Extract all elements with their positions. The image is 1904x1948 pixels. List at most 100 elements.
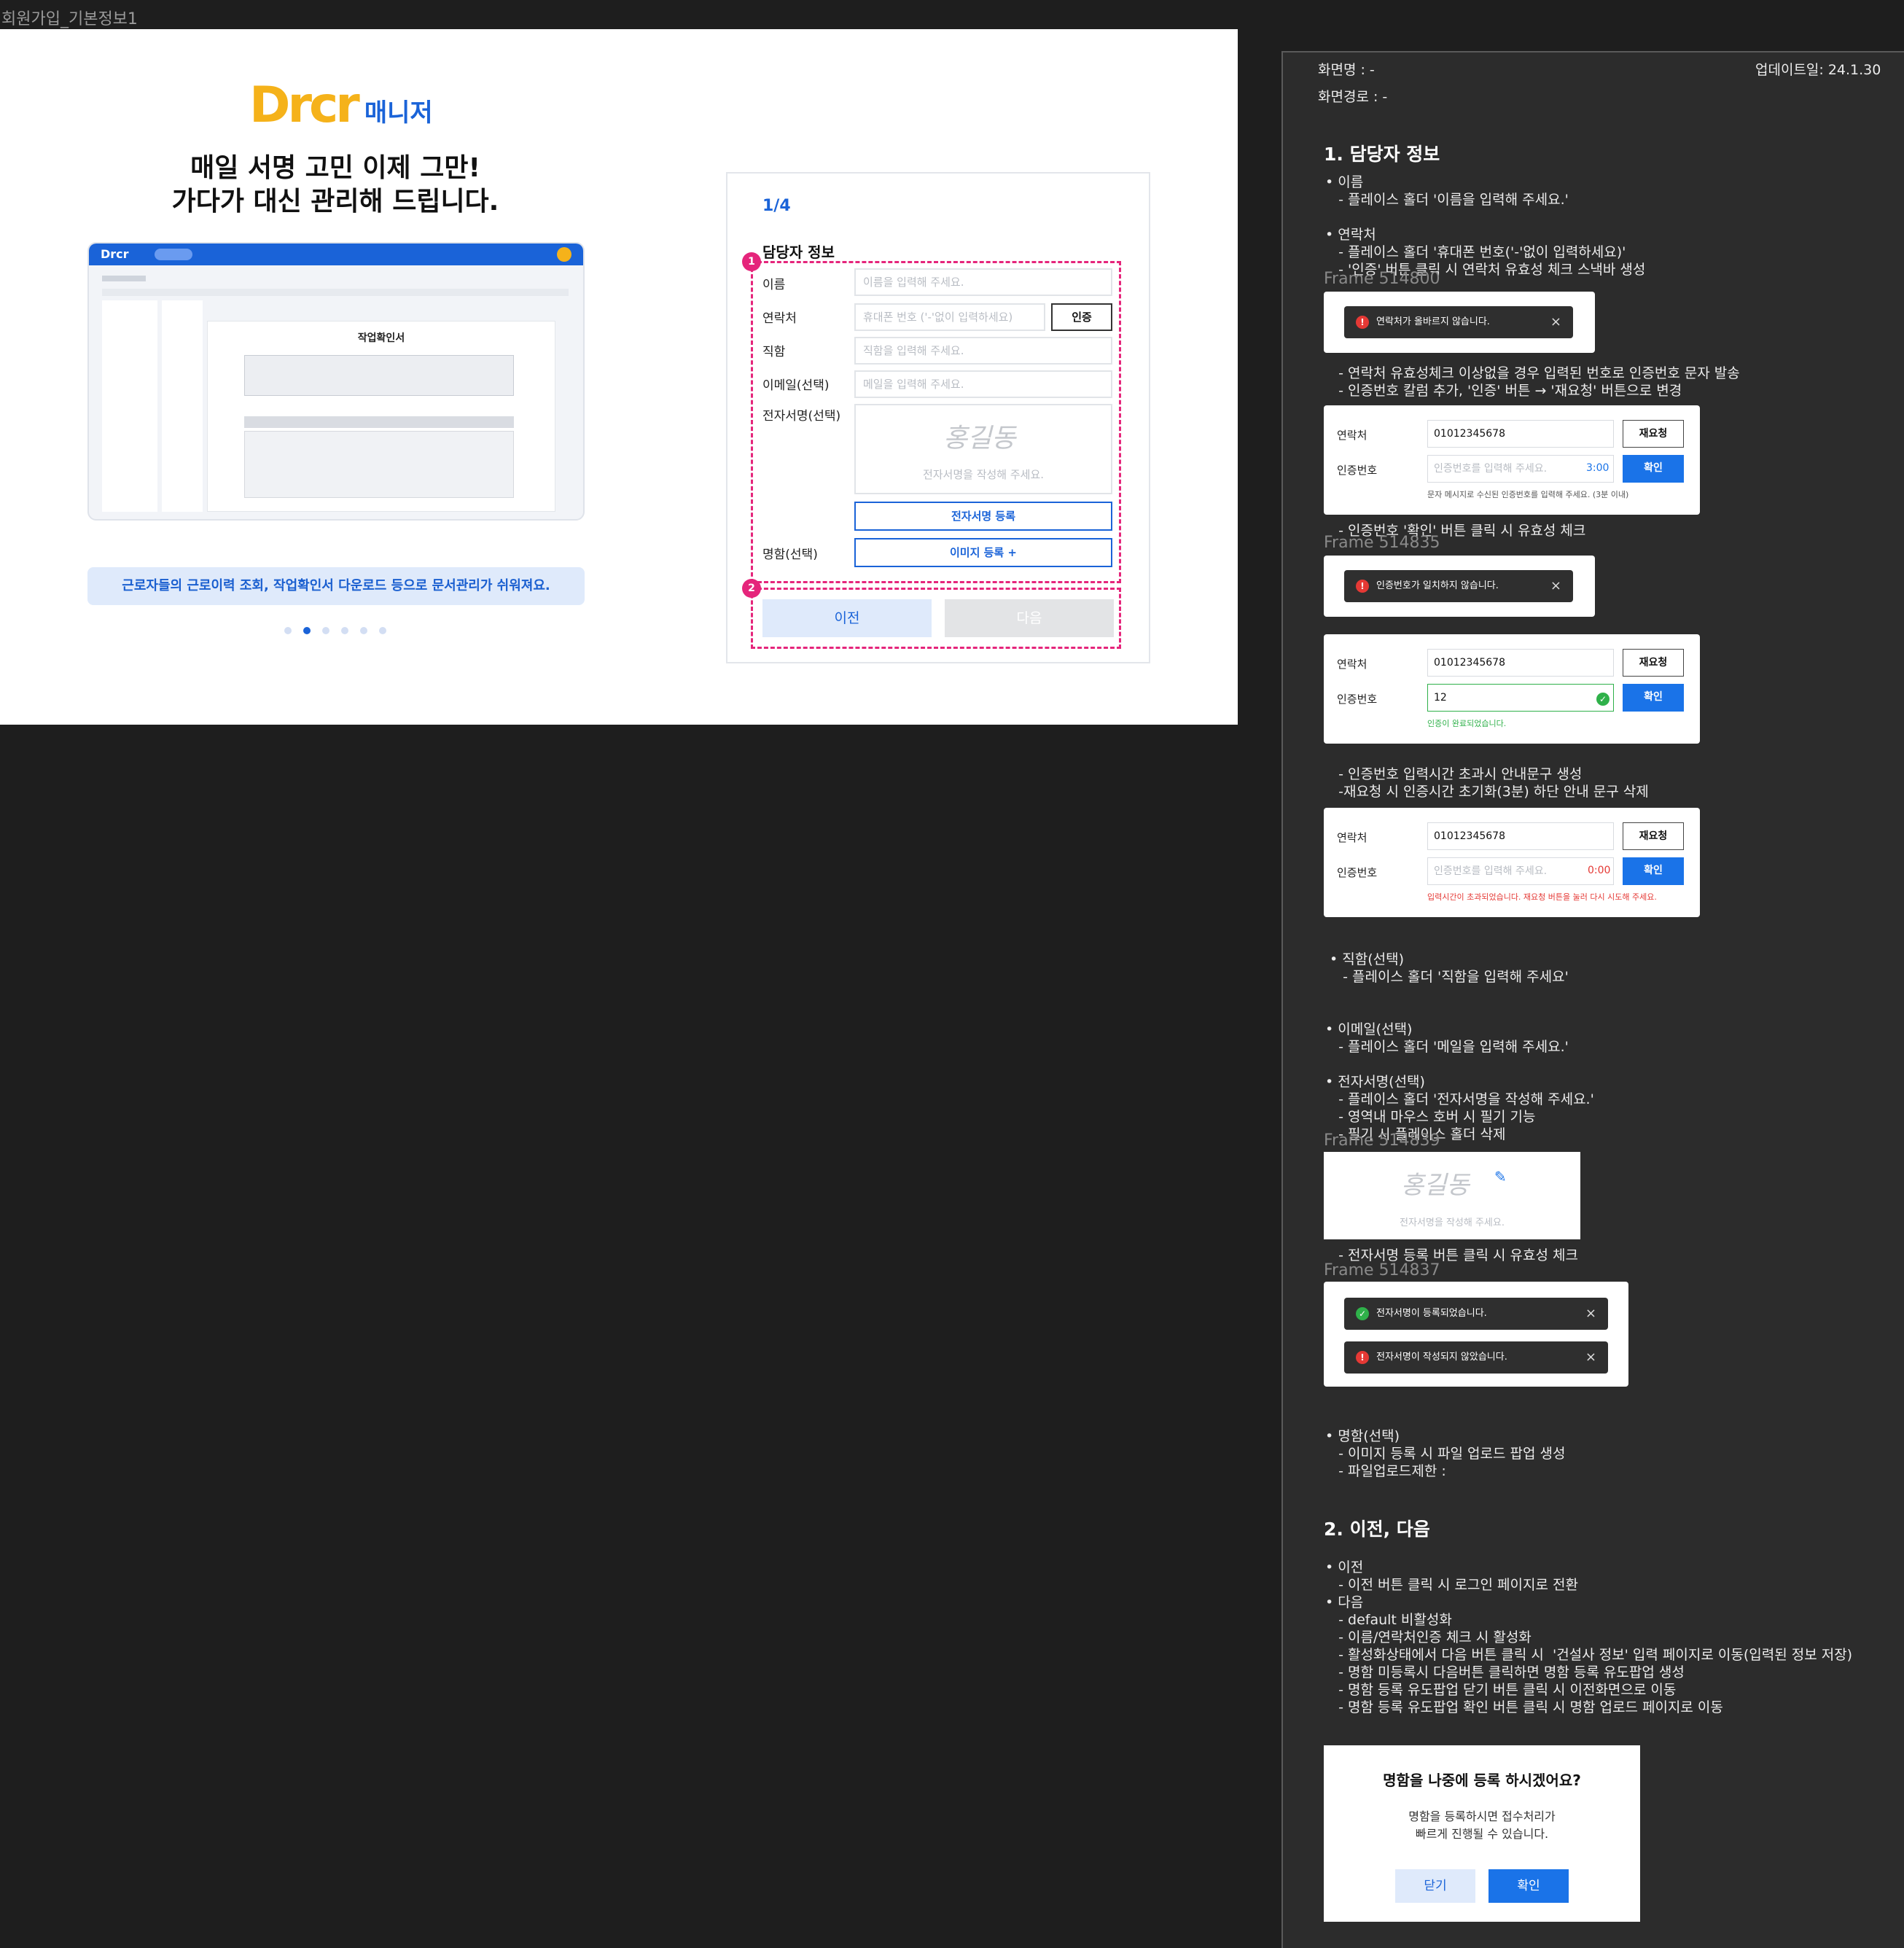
position-input[interactable]: 직함을 입력해 주세요. — [854, 337, 1112, 365]
verify-button[interactable]: 인증 — [1051, 303, 1112, 331]
snackbar-text: 전자서명이 등록되었습니다. — [1376, 1308, 1487, 1319]
preview-info-table — [244, 355, 514, 396]
next-button[interactable]: 다음 — [945, 599, 1114, 637]
signature-register-button[interactable]: 전자서명 등록 — [854, 502, 1112, 531]
preview-date-list — [162, 300, 203, 512]
logo-subtitle: 매니저 — [364, 98, 433, 128]
carousel-dots — [284, 627, 386, 634]
error-icon: ! — [1356, 1351, 1369, 1364]
snackbar-phone-frame: ! 연락처가 올바르지 않습니다. × — [1324, 292, 1595, 353]
mock-code-label: 인증번호 — [1337, 464, 1378, 477]
error-icon: ! — [1356, 316, 1369, 329]
frame-label-839: Frame 514839 — [1324, 1131, 1440, 1150]
preview-table-header — [244, 416, 514, 428]
name-input[interactable]: 이름을 입력해 주세요. — [854, 268, 1112, 296]
pencil-icon: ✎ — [1494, 1168, 1507, 1185]
close-icon[interactable]: × — [1585, 1341, 1596, 1374]
mock-confirm-button[interactable]: 확인 — [1623, 455, 1684, 483]
mock-resend-button[interactable]: 재요청 — [1623, 649, 1684, 677]
feature-banner: 근로자들의 근로이력 조회, 작업확인서 다운로드 등으로 문서관리가 쉬워져요… — [87, 567, 585, 605]
carousel-dot[interactable] — [360, 627, 367, 634]
signature-sample: 홍길동 — [1401, 1171, 1470, 1200]
annotation-badge-1: 1 — [742, 252, 761, 271]
mock-resend-button[interactable]: 재요청 — [1623, 822, 1684, 850]
check-icon: ✓ — [1596, 693, 1610, 706]
mock-phone-input[interactable]: 01012345678 — [1427, 420, 1614, 448]
carousel-dot[interactable] — [322, 627, 329, 634]
spec-business-card: • 명함(선택) - 이미지 등록 시 파일 업로드 팝업 생성 - 파일업로드… — [1325, 1428, 1566, 1479]
mock-resend-button[interactable]: 재요청 — [1623, 420, 1684, 448]
screen-name: 화면명 : - — [1318, 62, 1375, 78]
signature-hover-frame: 홍길동 ✎ 전자서명을 작성해 주세요. — [1324, 1152, 1580, 1239]
carousel-dot[interactable] — [284, 627, 292, 634]
close-icon[interactable]: × — [1585, 1298, 1596, 1330]
mock-code-input[interactable]: 인증번호를 입력해 주세요. — [1427, 857, 1614, 885]
step-indicator: 1/4 — [762, 197, 791, 215]
prev-button[interactable]: 이전 — [762, 599, 932, 637]
frame-label-837: Frame 514837 — [1324, 1261, 1440, 1279]
mock-confirm-button[interactable]: 확인 — [1623, 684, 1684, 712]
signature-placeholder: 전자서명을 작성해 주세요. — [922, 468, 1045, 481]
verify-timeout-mock-frame: 연락처 01012345678 재요청 인증번호 인증번호를 입력해 주세요. … — [1324, 808, 1700, 917]
carousel-dot[interactable] — [303, 627, 311, 634]
phone-input[interactable]: 휴대폰 번호 ('-'없이 입력하세요) — [854, 303, 1045, 331]
preview-table-body — [244, 431, 514, 498]
section-title: 담당자 정보 — [762, 244, 835, 261]
business-card-modal: 명함을 나중에 등록 하시겠어요? 명함을 등록하시면 접수처리가 빠르게 진행… — [1324, 1745, 1640, 1922]
preview-document-title: 작업확인서 — [357, 332, 405, 344]
preview-filter-bar — [102, 289, 569, 296]
signature-sample: 홍길동 — [943, 424, 1016, 453]
snackbar-signature-frame: ✓ 전자서명이 등록되었습니다. × ! 전자서명이 작성되지 않았습니다. × — [1324, 1282, 1628, 1387]
business-card-label: 명함(선택) — [762, 548, 818, 562]
logo-mark: Drcr — [249, 77, 360, 134]
modal-close-button[interactable]: 닫기 — [1395, 1869, 1475, 1903]
close-icon[interactable]: × — [1550, 570, 1561, 602]
mock-phone-input[interactable]: 01012345678 — [1427, 649, 1614, 677]
signature-pad[interactable]: 홍길동 전자서명을 작성해 주세요. — [854, 404, 1112, 494]
mock-hint: 문자 메시지로 수신된 인증번호를 입력해 주세요. (3분 이내) — [1427, 490, 1629, 499]
mock-phone-input[interactable]: 01012345678 — [1427, 822, 1614, 850]
phone-label: 연락처 — [762, 311, 797, 326]
frame-title: 회원가입_기본정보1 — [1, 10, 138, 28]
preview-avatar — [557, 247, 571, 262]
modal-title: 명함을 나중에 등록 하시겠어요? — [1383, 1772, 1581, 1789]
mock-timeout-text: 입력시간이 초과되었습니다. 재요청 버튼을 눌러 다시 시도해 주세요. — [1427, 892, 1657, 902]
close-icon[interactable]: × — [1550, 306, 1561, 338]
frame-label-835: Frame 514835 — [1324, 534, 1440, 552]
mock-code-label: 인증번호 — [1337, 693, 1378, 706]
spec-email: • 이메일(선택) - 플레이스 홀더 '메일을 입력해 주세요.' — [1325, 1021, 1569, 1055]
preview-sidebar — [102, 300, 157, 512]
modal-body-2: 빠르게 진행될 수 있습니다. — [1415, 1827, 1549, 1841]
mock-timer-zero: 0:00 — [1588, 865, 1611, 876]
spec-position: • 직함(선택) - 플레이스 홀더 '직함을 입력해 주세요' — [1330, 951, 1569, 985]
headline-line-2: 가다가 대신 관리해 드립니다. — [171, 187, 499, 217]
screen-path: 화면경로 : - — [1318, 89, 1388, 105]
spec-phone-2: - 연락처 유효성체크 이상없을 경우 입력된 번호로 인증번호 문자 발송 -… — [1338, 365, 1740, 399]
mock-code-label: 인증번호 — [1337, 866, 1378, 879]
signature-label: 전자서명(선택) — [762, 409, 841, 424]
verify-done-mock-frame: 연락처 01012345678 재요청 인증번호 12 ✓ 확인 인증이 완료되… — [1324, 634, 1700, 744]
mock-phone-label: 연락처 — [1337, 658, 1367, 671]
modal-confirm-button[interactable]: 확인 — [1489, 1869, 1569, 1903]
carousel-dot[interactable] — [379, 627, 386, 634]
image-upload-button[interactable]: 이미지 등록 + — [854, 538, 1112, 567]
preview-topbar: Drcr — [89, 244, 583, 265]
preview-document: 작업확인서 — [207, 321, 555, 512]
mock-confirm-button[interactable]: 확인 — [1623, 857, 1684, 885]
check-icon: ✓ — [1356, 1307, 1369, 1320]
mock-phone-label: 연락처 — [1337, 429, 1367, 442]
email-input[interactable]: 메일을 입력해 주세요. — [854, 370, 1112, 398]
product-preview-image: Drcr 작업확인서 — [87, 242, 585, 521]
snackbar-code-mismatch: ! 인증번호가 일치하지 않습니다. × — [1344, 570, 1573, 602]
mock-phone-label: 연락처 — [1337, 831, 1367, 844]
carousel-dot[interactable] — [341, 627, 348, 634]
mock-code-input[interactable]: 12 — [1427, 684, 1614, 712]
preview-heading-line — [102, 276, 146, 281]
spec-timeout: - 인증번호 입력시간 초과시 안내문구 생성 -재요청 시 인증시간 초기화(… — [1338, 766, 1649, 800]
brand-logo: Drcr 매니저 — [249, 77, 433, 134]
snackbar-code-frame: ! 인증번호가 일치하지 않습니다. × — [1324, 556, 1595, 617]
mock-done-text: 인증이 완료되었습니다. — [1427, 719, 1507, 728]
annotation-badge-2: 2 — [742, 579, 761, 598]
mock-timer: 3:00 — [1586, 462, 1610, 474]
frame-label-800: Frame 514800 — [1324, 270, 1440, 288]
